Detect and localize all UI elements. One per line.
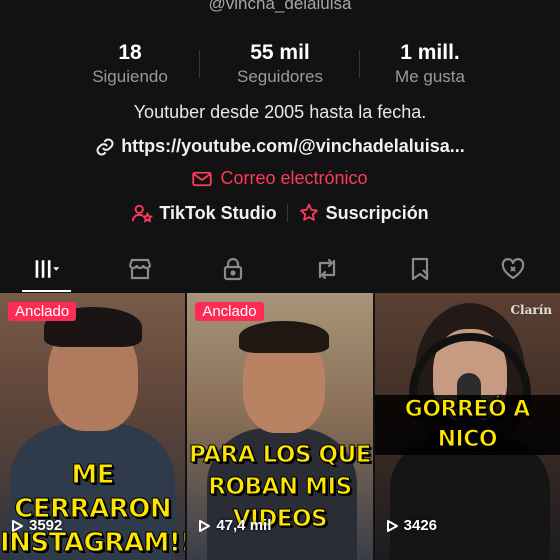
link-icon <box>96 138 114 155</box>
tab-private[interactable] <box>187 246 280 292</box>
stat-following[interactable]: 18 Siguiendo <box>60 40 200 88</box>
channel-logo: Clarín <box>510 303 552 317</box>
saved-icon <box>411 257 429 281</box>
profile-handle: @vincha_delaluisa <box>208 0 352 13</box>
stat-following-label: Siguiendo <box>92 67 168 86</box>
tiktok-studio-label: TikTok Studio <box>159 202 277 223</box>
shop-icon <box>128 258 152 280</box>
view-count: 47,4 mil <box>197 517 271 534</box>
stat-likes-label: Me gusta <box>395 67 465 86</box>
lock-icon <box>224 257 243 281</box>
tab-shop[interactable] <box>93 246 186 292</box>
repost-icon <box>318 258 335 280</box>
video-thumbnail[interactable]: Clarín GORREÓ A NICO 3426 <box>374 293 560 560</box>
tab-videos[interactable] <box>0 246 93 292</box>
play-icon <box>12 519 23 532</box>
stat-likes-value: 1 mill. <box>400 41 460 64</box>
studio-user-star-icon <box>132 204 154 223</box>
tab-saved[interactable] <box>373 246 466 292</box>
view-count: 3426 <box>385 517 437 534</box>
video-caption: GORREÓ A NICO <box>374 395 560 455</box>
subscription-label: Suscripción <box>325 202 429 223</box>
play-icon <box>199 519 211 532</box>
mail-icon <box>192 171 213 186</box>
video-thumbnail[interactable]: Anclado PARA LOS QUE ROBAN MIS VIDEOS 47… <box>187 293 373 560</box>
stat-likes[interactable]: 1 mill. Me gusta <box>359 40 500 88</box>
profile-link[interactable]: https://youtube.com/@vinchadelaluisa... <box>0 136 560 157</box>
view-count-value: 3592 <box>29 517 63 534</box>
stat-followers-value: 55 mil <box>250 41 310 64</box>
stat-following-value: 18 <box>118 41 142 64</box>
view-count: 3592 <box>10 517 62 534</box>
videos-grid-icon <box>35 260 59 278</box>
stat-followers-label: Seguidores <box>236 67 323 86</box>
subscription-star-icon <box>299 203 318 221</box>
email-button[interactable]: Correo electrónico <box>0 168 560 189</box>
thumbnail-person-hair <box>239 321 330 353</box>
video-grid: Anclado ME CERRARON INSTAGRAM!!! 3592 An… <box>0 293 560 560</box>
video-caption: ME CERRARON INSTAGRAM!!! <box>0 460 186 559</box>
video-thumbnail[interactable]: Anclado ME CERRARON INSTAGRAM!!! 3592 <box>0 293 186 560</box>
profile-bio: Youtuber desde 2005 hasta la fecha. <box>133 102 427 122</box>
view-count-value: 3426 <box>403 517 438 534</box>
stat-followers[interactable]: 55 mil Seguidores <box>199 40 360 88</box>
play-icon <box>386 519 398 532</box>
liked-icon <box>502 258 525 280</box>
subscription-button[interactable]: Suscripción <box>288 202 439 224</box>
pinned-badge: Anclado <box>8 302 77 321</box>
profile-stats: 18 Siguiendo 55 mil Seguidores 1 mill. M… <box>0 40 560 88</box>
creator-tools-row: TikTok Studio Suscripción <box>0 202 560 224</box>
profile-link-text: https://youtube.com/@vinchadelaluisa... <box>121 136 465 156</box>
profile-tabs <box>0 246 560 292</box>
tab-reposts[interactable] <box>280 246 373 292</box>
tab-liked[interactable] <box>467 246 560 292</box>
email-label: Correo electrónico <box>220 168 368 188</box>
pinned-badge: Anclado <box>195 302 264 321</box>
tiktok-studio-button[interactable]: TikTok Studio <box>121 202 286 224</box>
view-count-value: 47,4 mil <box>216 517 272 534</box>
